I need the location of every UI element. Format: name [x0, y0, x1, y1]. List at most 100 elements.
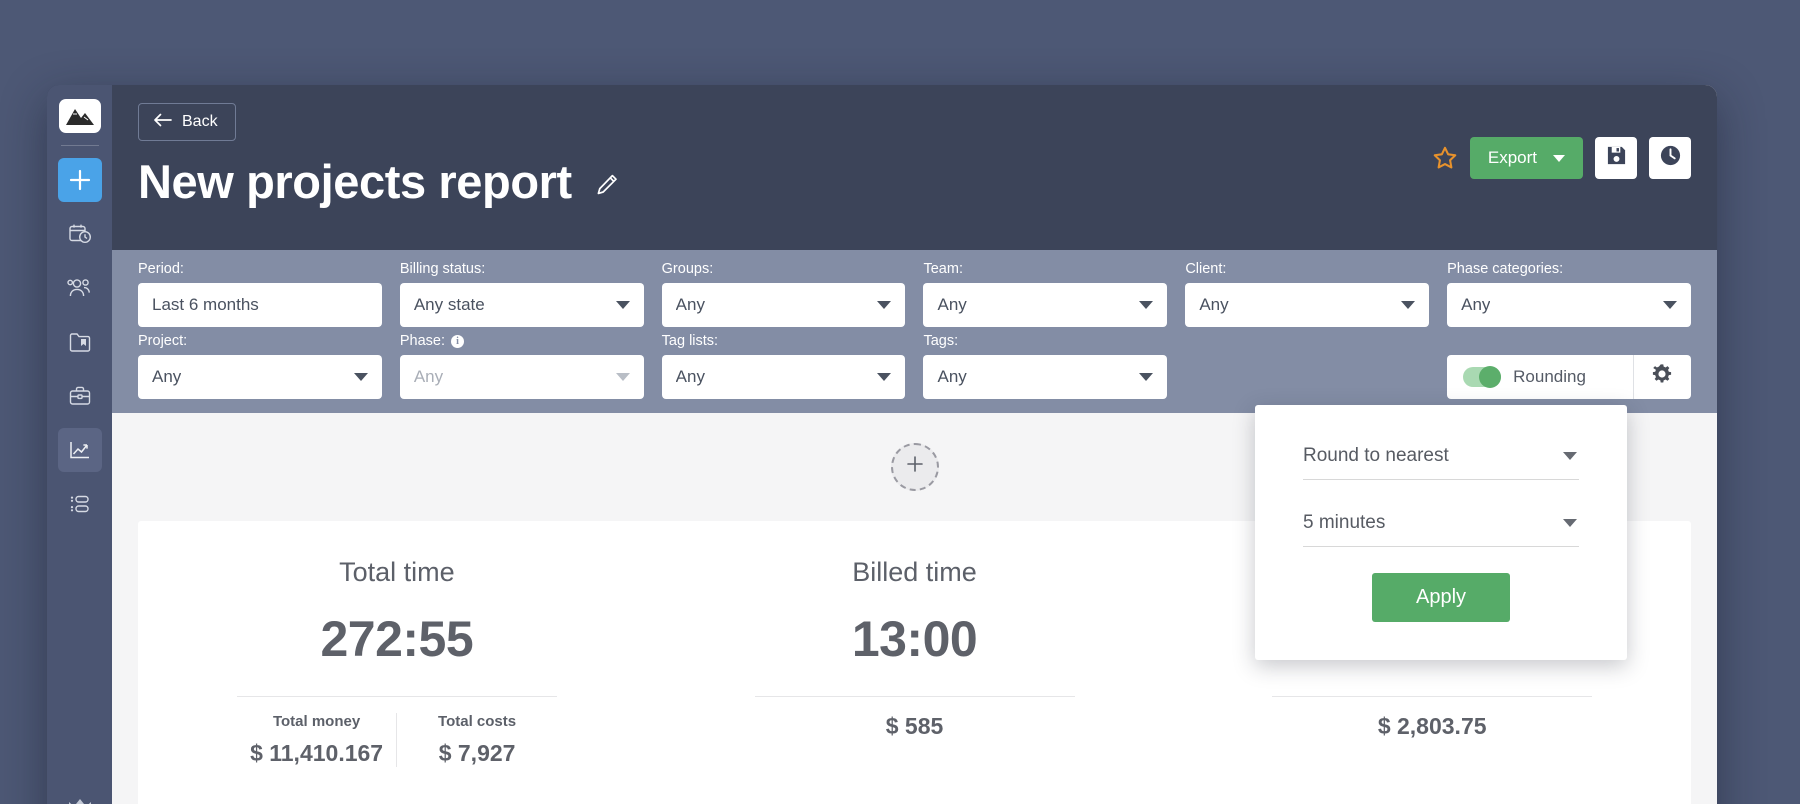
plus-icon	[69, 169, 91, 191]
app-window: Back New projects report Export Period: …	[47, 85, 1717, 804]
filter-label: Billing status:	[399, 261, 486, 277]
select-value: Any	[675, 366, 705, 386]
phase-categories-select[interactable]: Any	[1447, 282, 1691, 327]
card-footer: Total money $ 11,410.167 Total costs $ 7…	[236, 695, 557, 767]
history-button[interactable]	[1649, 137, 1691, 179]
select-value: Any state	[413, 294, 485, 314]
chevron-down-icon	[1401, 300, 1416, 309]
chevron-down-icon	[1553, 154, 1565, 162]
sidebar-item-add[interactable]	[57, 158, 102, 202]
sidebar-item-clients[interactable]	[58, 374, 102, 418]
sidebar-item-upgrade[interactable]	[63, 789, 97, 804]
pencil-icon[interactable]	[594, 172, 620, 198]
filter-phase-categories: Phase categories: Any	[1447, 261, 1691, 327]
info-icon[interactable]: i	[450, 335, 464, 349]
rounding-control: Rounding	[1447, 354, 1691, 399]
chevron-down-icon	[1563, 519, 1577, 527]
back-button[interactable]: Back	[138, 103, 236, 141]
filter-label: Tag lists:	[661, 332, 719, 349]
save-report-button[interactable]	[1595, 137, 1637, 179]
sidebar-item-timesheet[interactable]	[58, 212, 102, 256]
filter-label: Client:	[1185, 261, 1227, 277]
arrow-left-icon	[153, 113, 172, 131]
chart-line-icon	[68, 439, 92, 461]
filter-row-1: Period: Last 6 months Billing status: An…	[138, 261, 1691, 327]
tags-select[interactable]: Any	[923, 354, 1168, 399]
select-value: 5 minutes	[1303, 512, 1386, 533]
add-widget-button[interactable]	[890, 442, 939, 491]
sidebar-item-reports[interactable]	[57, 428, 102, 472]
export-label: Export	[1487, 148, 1537, 167]
chevron-down-icon	[615, 372, 630, 381]
gear-icon	[1651, 363, 1673, 390]
tag-lists-select[interactable]: Any	[661, 354, 906, 399]
select-value: Any	[675, 294, 705, 314]
select-value: Any	[1199, 294, 1229, 314]
crown-icon	[67, 796, 93, 804]
filter-tag-lists: Tag lists: Any	[661, 332, 906, 399]
sidebar-item-settings[interactable]	[58, 482, 102, 526]
team-select[interactable]: Any	[923, 282, 1168, 327]
filter-label: Phase: i	[399, 332, 644, 350]
sidebar-item-team[interactable]	[58, 266, 102, 310]
apply-button[interactable]: Apply	[1371, 573, 1511, 622]
desktop-background: Back New projects report Export Period: …	[0, 0, 1800, 804]
rounding-interval-select[interactable]: 5 minutes	[1303, 506, 1579, 547]
footer-billed-money: $ 585	[755, 713, 1075, 740]
project-select[interactable]: Any	[138, 354, 382, 399]
sidebar-item-projects[interactable]	[58, 320, 102, 364]
client-select[interactable]: Any	[1185, 282, 1430, 327]
filter-label-text: Phase:	[399, 332, 445, 349]
card-total-time: Total time 272:55 Total money $ 11,410.1…	[138, 557, 656, 804]
plus-icon	[905, 454, 925, 479]
clock-icon	[1659, 144, 1682, 172]
people-icon	[67, 277, 92, 299]
chevron-down-icon	[353, 372, 368, 381]
footer-label: Total money	[272, 712, 361, 730]
export-button[interactable]: Export	[1469, 137, 1583, 179]
toggle-switch[interactable]	[1463, 365, 1502, 388]
select-value: Last 6 months	[152, 294, 259, 314]
select-value: Any	[937, 366, 967, 386]
phase-select[interactable]: Any	[399, 354, 644, 399]
filter-label: Period:	[138, 261, 184, 277]
filter-label: Groups:	[661, 261, 714, 277]
rounding-mode-select[interactable]: Round to nearest	[1303, 439, 1579, 480]
header-actions: Export	[1432, 137, 1691, 179]
footer-total-costs: Total costs $ 7,927	[396, 712, 557, 767]
chevron-down-icon	[1139, 372, 1154, 381]
select-value: Round to nearest	[1303, 445, 1449, 466]
page-header: Back New projects report Export	[112, 85, 1717, 250]
card-value: 13:00	[851, 610, 978, 667]
select-value: Any	[1461, 294, 1491, 314]
footer-value: $ 2,803.75	[1377, 712, 1487, 739]
briefcase-icon	[68, 385, 92, 407]
select-value: Any	[937, 294, 967, 314]
filter-client: Client: Any	[1185, 261, 1430, 327]
groups-select[interactable]: Any	[661, 282, 906, 327]
chevron-down-icon	[1563, 452, 1577, 460]
sidebar-item-logo[interactable]	[58, 99, 101, 133]
footer-unbilled-money: $ 2,803.75	[1272, 713, 1592, 740]
calendar-clock-icon	[68, 222, 92, 246]
rounding-settings-button[interactable]	[1632, 354, 1691, 399]
card-footer: $ 585	[754, 695, 1075, 740]
filter-label: Tags:	[923, 332, 959, 349]
floppy-disk-icon	[1606, 145, 1627, 171]
back-label: Back	[182, 113, 218, 130]
rounding-control-cell: Rounding	[1447, 334, 1691, 399]
select-value: Any	[152, 366, 182, 386]
sidebar-rail	[47, 85, 112, 804]
filter-phase: Phase: i Any	[399, 332, 644, 399]
filter-label: Team:	[923, 261, 963, 277]
star-icon[interactable]	[1432, 145, 1458, 171]
filter-label: Phase categories:	[1447, 261, 1564, 277]
billing-status-select[interactable]: Any state	[399, 282, 644, 327]
rounding-popup: Round to nearest 5 minutes Apply	[1255, 405, 1627, 660]
footer-label: Total costs	[438, 712, 517, 730]
rounding-toggle[interactable]: Rounding	[1447, 355, 1633, 399]
period-select[interactable]: Last 6 months	[138, 282, 382, 327]
filter-row-2: Project: Any Phase: i Any Tag lists: Any…	[138, 332, 1691, 399]
chevron-down-icon	[1139, 300, 1154, 309]
card-value: 272:55	[320, 610, 474, 667]
